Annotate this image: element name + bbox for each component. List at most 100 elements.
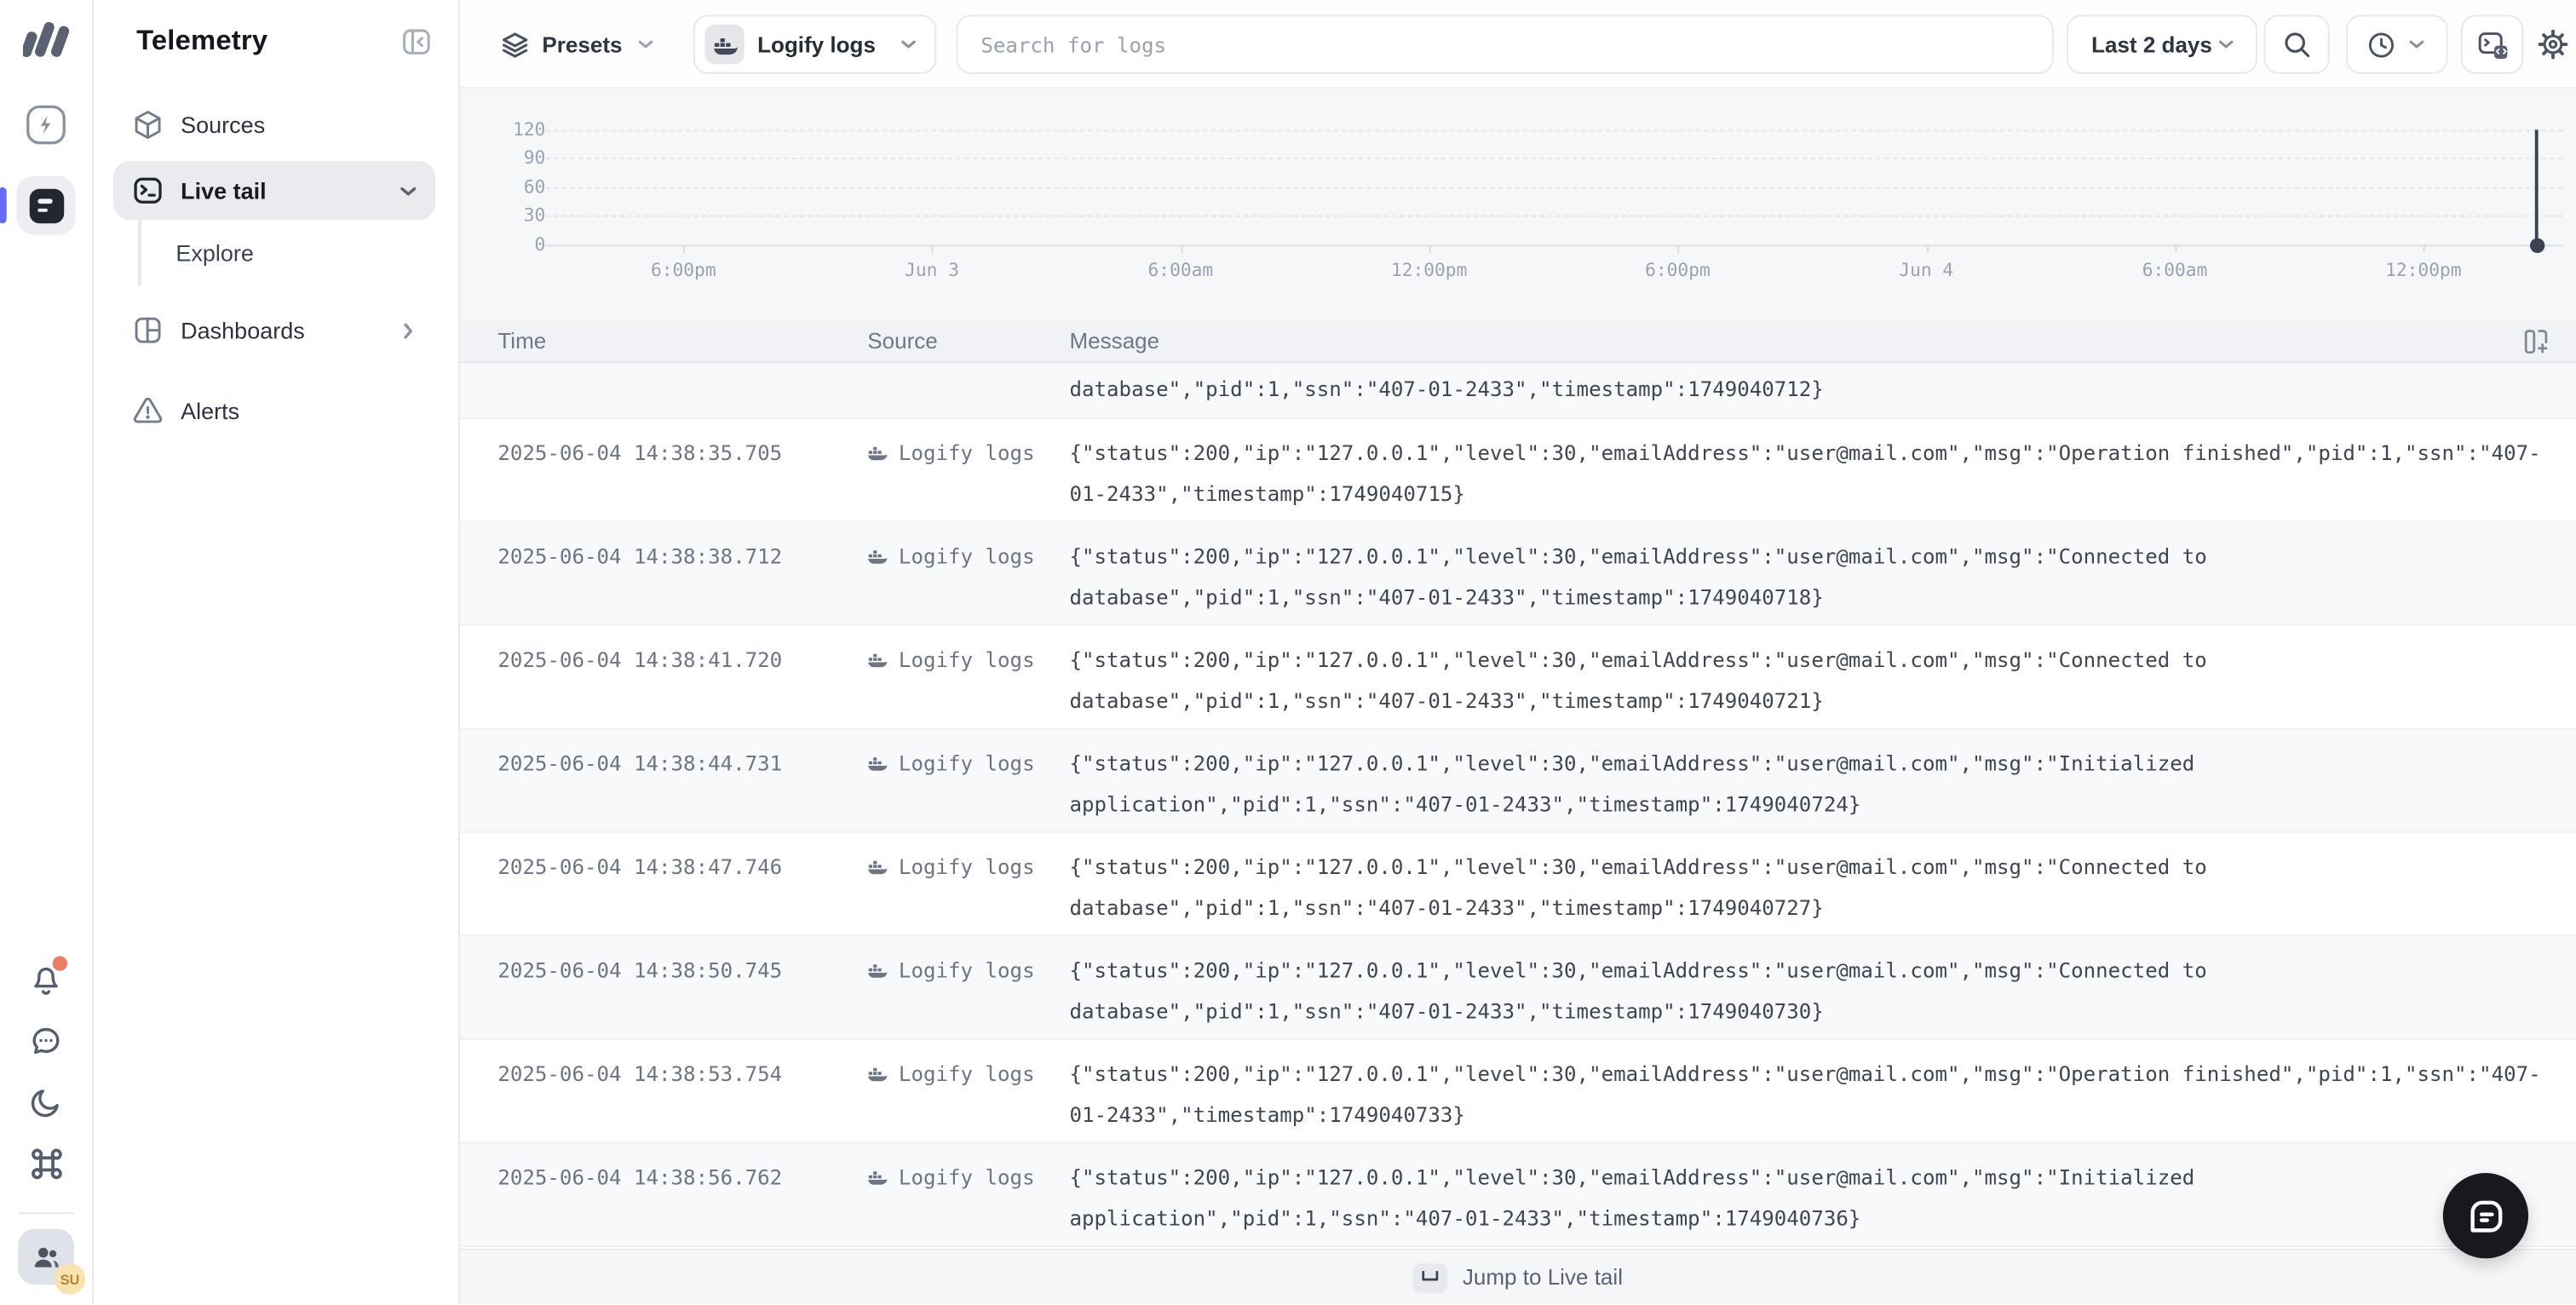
x-axis-tick: 6:00am xyxy=(2142,259,2208,281)
enter-keycap-icon xyxy=(1412,1262,1448,1292)
log-message-line: {"status":200,"ip":"127.0.0.1","level":3… xyxy=(1069,647,2207,672)
docker-icon xyxy=(868,860,888,875)
log-row[interactable]: 2025-06-04 14:38:50.745 Logify logs {"st… xyxy=(459,936,2576,1040)
log-time: 2025-06-04 14:38:44.731 xyxy=(497,750,783,776)
log-row[interactable]: 2025-06-04 14:38:44.731 Logify logs {"st… xyxy=(459,729,2576,833)
sidebar-item-dashboards[interactable]: Dashboards xyxy=(113,301,435,359)
log-row-partial[interactable]: database","pid":1,"ssn":"407-01-2433","t… xyxy=(459,363,2576,419)
docker-icon xyxy=(868,1171,888,1185)
log-row[interactable]: 2025-06-04 14:38:38.712 Logify logs {"st… xyxy=(459,522,2576,626)
log-time: 2025-06-04 14:38:53.754 xyxy=(497,1061,783,1086)
x-axis-tick: Jun 4 xyxy=(1899,259,1954,281)
api-console-button[interactable] xyxy=(2460,14,2524,74)
search-icon xyxy=(2285,32,2310,58)
search-input[interactable] xyxy=(980,32,2029,57)
column-header-source: Source xyxy=(867,328,938,354)
log-source-label: Logify logs xyxy=(898,854,1035,879)
sidebar-item-live-tail[interactable]: Live tail xyxy=(113,160,436,221)
logs-icon xyxy=(28,187,64,223)
log-message: {"status":200,"ip":"127.0.0.1","level":3… xyxy=(1069,744,2543,831)
time-cursor-line[interactable] xyxy=(2534,129,2538,245)
docker-icon xyxy=(868,757,888,771)
log-message-line: database","pid":1,"ssn":"407-01-2433","t… xyxy=(1069,376,1824,401)
chevron-down-icon xyxy=(2409,40,2424,49)
log-time xyxy=(497,370,867,417)
presets-button[interactable]: Presets xyxy=(492,14,665,73)
collapse-sidebar-button[interactable] xyxy=(401,26,433,57)
docker-icon xyxy=(868,550,888,564)
gridline xyxy=(545,129,2563,132)
x-axis-tick: 6:00am xyxy=(1147,259,1214,281)
sidebar-item-sources[interactable]: Sources xyxy=(113,95,435,154)
moon-icon xyxy=(28,1084,64,1120)
jump-to-live-tail-button[interactable]: Jump to Live tail xyxy=(459,1248,2576,1305)
x-axis-tickmark xyxy=(1926,244,1929,253)
log-volume-chart: 120 90 60 30 0 6:00pm Jun 3 6:00am 12:00pm 6:00p… xyxy=(459,89,2576,321)
column-header-time: Time xyxy=(497,328,547,354)
x-axis-tickmark xyxy=(1677,244,1680,253)
log-message-line: database","pid":1,"ssn":"407-01-2433","t… xyxy=(1069,584,1824,609)
log-time: 2025-06-04 14:38:35.705 xyxy=(497,440,783,465)
docker-icon xyxy=(868,964,888,978)
chat-bubble-icon xyxy=(28,1023,64,1059)
log-row[interactable]: 2025-06-04 14:38:41.720 Logify logs {"st… xyxy=(459,625,2576,730)
y-axis-tick: 120 xyxy=(512,118,546,141)
chat-widget-button[interactable] xyxy=(2442,1172,2529,1259)
feedback-button[interactable] xyxy=(21,1017,71,1066)
x-axis-tickmark xyxy=(683,244,686,253)
docker-icon xyxy=(868,446,888,461)
notifications-button[interactable] xyxy=(21,956,71,1005)
active-rail-indicator xyxy=(0,187,7,224)
log-source: Logify logs xyxy=(867,951,1069,1038)
history-button[interactable] xyxy=(2345,14,2448,74)
time-range-button[interactable]: Last 2 days xyxy=(2067,14,2257,74)
dark-mode-button[interactable] xyxy=(21,1078,71,1127)
log-message-line: application","pid":1,"ssn":"407-01-2433"… xyxy=(1069,790,1861,816)
rail-bottom-group: SU xyxy=(18,956,86,1304)
log-source: Logify logs xyxy=(867,434,1069,520)
add-column-icon xyxy=(2524,330,2548,354)
log-message: {"status":200,"ip":"127.0.0.1","level":3… xyxy=(1069,434,2543,520)
sidebar-item-explore[interactable]: Explore xyxy=(137,220,458,286)
add-column-button[interactable] xyxy=(2523,329,2550,355)
sidebar-item-alerts[interactable]: Alerts xyxy=(113,381,435,440)
log-message-line: {"status":200,"ip":"127.0.0.1","level":3… xyxy=(1069,1061,2541,1086)
time-cursor-handle[interactable] xyxy=(2529,237,2544,253)
log-message-line: {"status":200,"ip":"127.0.0.1","level":3… xyxy=(1069,854,2207,879)
log-time: 2025-06-04 14:38:47.746 xyxy=(497,854,783,879)
logs-rail-button[interactable] xyxy=(0,175,76,235)
jump-to-live-tail-label: Jump to Live tail xyxy=(1462,1264,1623,1290)
y-axis-tick: 0 xyxy=(534,233,546,256)
log-row[interactable]: 2025-06-04 14:38:47.746 Logify logs {"st… xyxy=(459,832,2576,937)
log-row[interactable]: 2025-06-04 14:38:53.754 Logify logs {"st… xyxy=(459,1039,2576,1144)
user-menu-button[interactable]: SU xyxy=(18,1228,86,1295)
log-row[interactable]: 2025-06-04 14:38:35.705 Logify logs {"st… xyxy=(459,418,2576,523)
x-axis-tickmark xyxy=(1180,244,1182,253)
x-axis-tickmark xyxy=(1429,244,1431,253)
brand-logo-icon xyxy=(22,20,69,60)
sidebar-title: Telemetry xyxy=(136,24,268,56)
log-message: {"status":200,"ip":"127.0.0.1","level":3… xyxy=(1069,538,2543,624)
sidebar-item-label: Alerts xyxy=(181,397,240,424)
log-message: {"status":200,"ip":"127.0.0.1","level":3… xyxy=(1069,1055,2543,1141)
gridline xyxy=(545,216,2563,217)
dashboard-grid-icon xyxy=(131,313,164,347)
source-select-value: Logify logs xyxy=(757,32,876,57)
keyboard-shortcuts-button[interactable] xyxy=(21,1138,71,1187)
settings-button[interactable] xyxy=(2537,28,2570,61)
chevron-down-icon xyxy=(2218,40,2234,49)
main-panel: Presets Logify logs Search for logs Last… xyxy=(459,0,2576,1305)
quickstart-rail-button[interactable] xyxy=(21,101,71,150)
search-box xyxy=(956,14,2054,74)
terminal-code-icon xyxy=(2478,32,2508,60)
search-submit-button[interactable] xyxy=(2263,14,2330,74)
chevron-down-icon xyxy=(638,40,653,49)
log-source-label: Logify logs xyxy=(898,440,1035,465)
log-message: {"status":200,"ip":"127.0.0.1","level":3… xyxy=(1069,848,2543,934)
sidebar: Telemetry Sources Live tail Explore Dash… xyxy=(93,0,460,1305)
chevron-right-icon xyxy=(398,319,419,341)
log-source: Logify logs xyxy=(867,744,1069,831)
lightning-icon xyxy=(25,103,67,146)
source-select[interactable]: Logify logs xyxy=(693,14,937,74)
log-row[interactable]: 2025-06-04 14:38:56.762 Logify logs {"st… xyxy=(459,1143,2576,1247)
